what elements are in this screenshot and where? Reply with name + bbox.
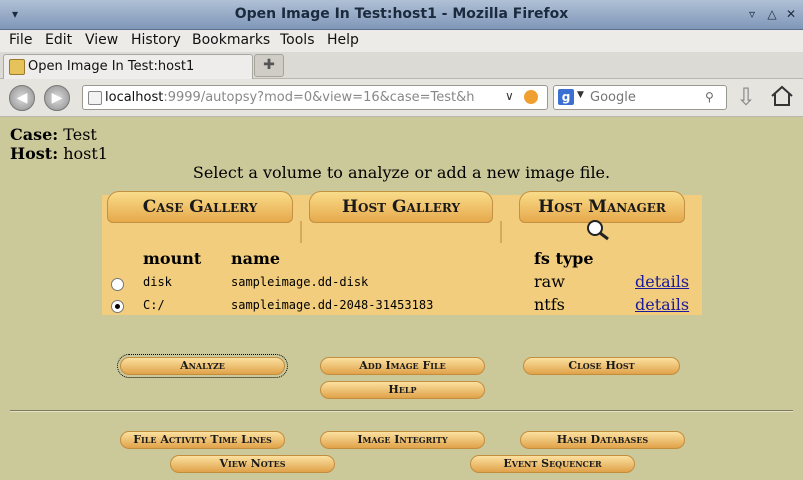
hash-databases-button[interactable]: Hash Databases [520, 431, 685, 449]
window-titlebar: ▾ Open Image In Test:host1 - Mozilla Fir… [0, 0, 803, 30]
host-info: Host: host1 [10, 144, 108, 163]
feed-icon[interactable] [524, 90, 538, 104]
url-bar[interactable]: localhost:9999/autopsy?mod=0&view=16&cas… [82, 85, 548, 110]
help-button[interactable]: Help [320, 381, 485, 399]
header-mount: mount [143, 249, 202, 268]
tab-divider [300, 221, 302, 243]
image-integrity-button[interactable]: Image Integrity [320, 431, 485, 449]
header-name: name [231, 249, 281, 268]
tab-bar: Open Image In Test:host1 [0, 52, 803, 79]
search-bar[interactable]: g ▼ ⚲ [553, 85, 727, 110]
back-button[interactable]: ◀ [9, 85, 35, 111]
google-engine-icon[interactable]: g [558, 89, 574, 105]
row-mount: C:/ [143, 298, 165, 312]
menu-tools[interactable]: Tools [280, 32, 315, 48]
row-fs-type: raw [534, 272, 565, 291]
row-name: sampleimage.dd-disk [231, 275, 369, 289]
tab-host-gallery[interactable]: Host Gallery [309, 191, 493, 223]
details-link-disk[interactable]: details [635, 272, 689, 291]
url-dropdown-icon[interactable]: ∨ [505, 89, 514, 103]
minimize-icon[interactable]: ▿ [745, 7, 759, 21]
magnifier-icon [587, 220, 609, 241]
volume-radio-disk[interactable] [111, 278, 124, 291]
page-favicon-icon [9, 59, 25, 75]
menu-bar: File Edit View History Bookmarks Tools H… [0, 30, 803, 53]
tab-case-gallery[interactable]: Case Gallery [107, 191, 293, 223]
url-text[interactable]: localhost:9999/autopsy?mod=0&view=16&cas… [105, 90, 500, 105]
menu-file[interactable]: File [9, 32, 32, 48]
menu-help[interactable]: Help [327, 32, 359, 48]
row-name: sampleimage.dd-2048-31453183 [231, 298, 434, 312]
header-fs-type: fs type [534, 249, 594, 268]
menu-bookmarks[interactable]: Bookmarks [192, 32, 270, 48]
menu-history[interactable]: History [131, 32, 181, 48]
row-mount: disk [143, 275, 172, 289]
navigation-toolbar: ◀ ▶ localhost:9999/autopsy?mod=0&view=16… [0, 79, 803, 117]
menu-edit[interactable]: Edit [45, 32, 72, 48]
page-content: Case: Test Host: host1 Select a volume t… [0, 117, 803, 480]
search-icon[interactable]: ⚲ [705, 90, 714, 104]
add-image-file-button[interactable]: Add Image File [320, 357, 485, 375]
tab-divider [500, 221, 502, 243]
back-arrow-icon: ◀ [16, 90, 28, 106]
volume-radio-c[interactable] [111, 300, 124, 313]
row-fs-type: ntfs [534, 295, 565, 314]
forward-arrow-icon: ▶ [51, 90, 63, 106]
instruction-text: Select a volume to analyze or add a new … [192, 163, 611, 182]
browser-tab[interactable]: Open Image In Test:host1 [3, 54, 253, 79]
maximize-icon[interactable]: △ [765, 7, 779, 21]
forward-button[interactable]: ▶ [44, 85, 70, 111]
case-info: Case: Test [10, 125, 97, 144]
details-link-c[interactable]: details [635, 295, 689, 314]
close-icon[interactable]: ✕ [784, 7, 798, 21]
tab-label: Open Image In Test:host1 [28, 59, 195, 74]
file-activity-time-lines-button[interactable]: File Activity Time Lines [120, 431, 285, 449]
search-input[interactable] [588, 88, 704, 107]
download-icon[interactable]: ⇩ [736, 83, 756, 111]
home-icon[interactable] [770, 84, 794, 108]
window-title: Open Image In Test:host1 - Mozilla Firef… [234, 6, 569, 22]
horizontal-divider [10, 410, 793, 412]
menu-view[interactable]: View [85, 32, 118, 48]
new-tab-button[interactable]: ✚ [254, 54, 284, 77]
event-sequencer-button[interactable]: Event Sequencer [470, 455, 635, 473]
engine-dropdown-icon[interactable]: ▼ [577, 90, 584, 100]
view-notes-button[interactable]: View Notes [170, 455, 335, 473]
volume-table: mount name fs type disk sampleimage.dd-d… [102, 245, 702, 315]
analyze-button[interactable]: Analyze [117, 354, 288, 378]
close-host-button[interactable]: Close Host [523, 357, 680, 375]
site-identity-icon[interactable] [88, 91, 102, 105]
